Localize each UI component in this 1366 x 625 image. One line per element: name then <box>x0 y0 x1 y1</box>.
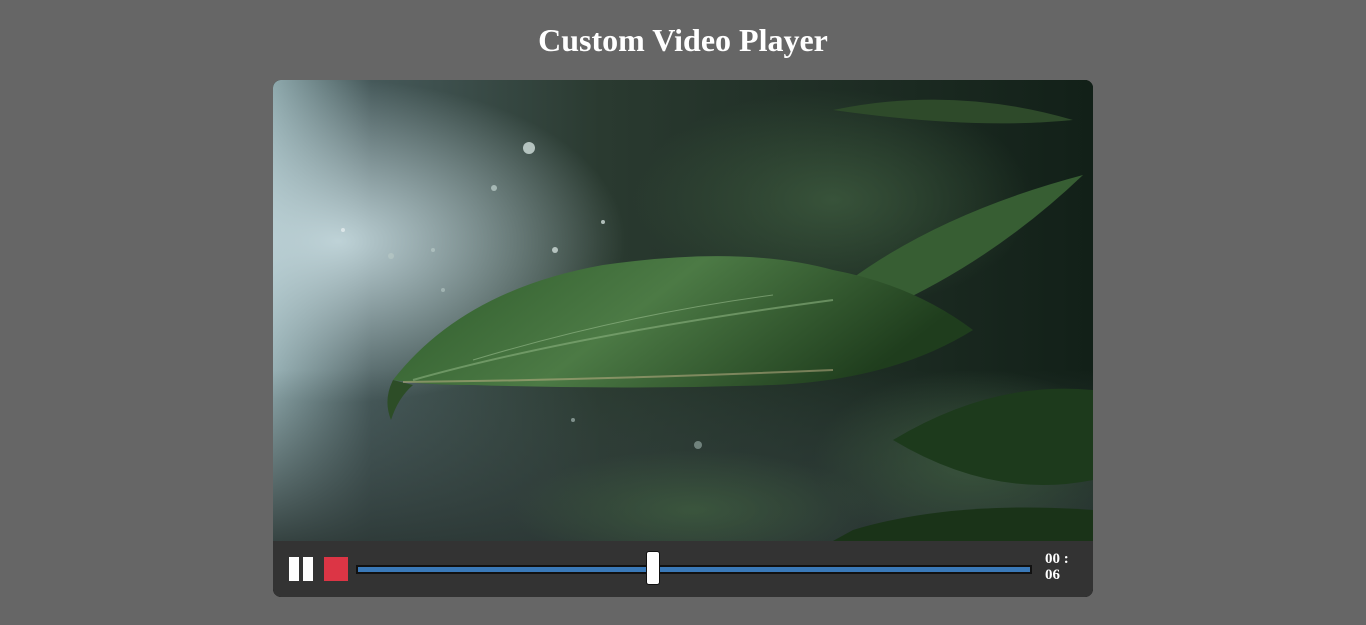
pause-button[interactable] <box>289 557 313 581</box>
video-frame[interactable] <box>273 80 1093 541</box>
video-frame-image <box>273 80 1093 541</box>
pause-icon-bar <box>303 557 313 581</box>
progress-slider[interactable] <box>356 551 1032 585</box>
pause-icon <box>289 557 299 581</box>
stop-button[interactable] <box>324 557 348 581</box>
progress-thumb[interactable] <box>646 551 660 585</box>
progress-track <box>356 565 1032 574</box>
controls-bar: 00 : 06 <box>273 541 1093 597</box>
time-display: 00 : 06 <box>1045 551 1069 583</box>
page-title: Custom Video Player <box>538 22 828 58</box>
video-player: 00 : 06 <box>273 80 1093 597</box>
